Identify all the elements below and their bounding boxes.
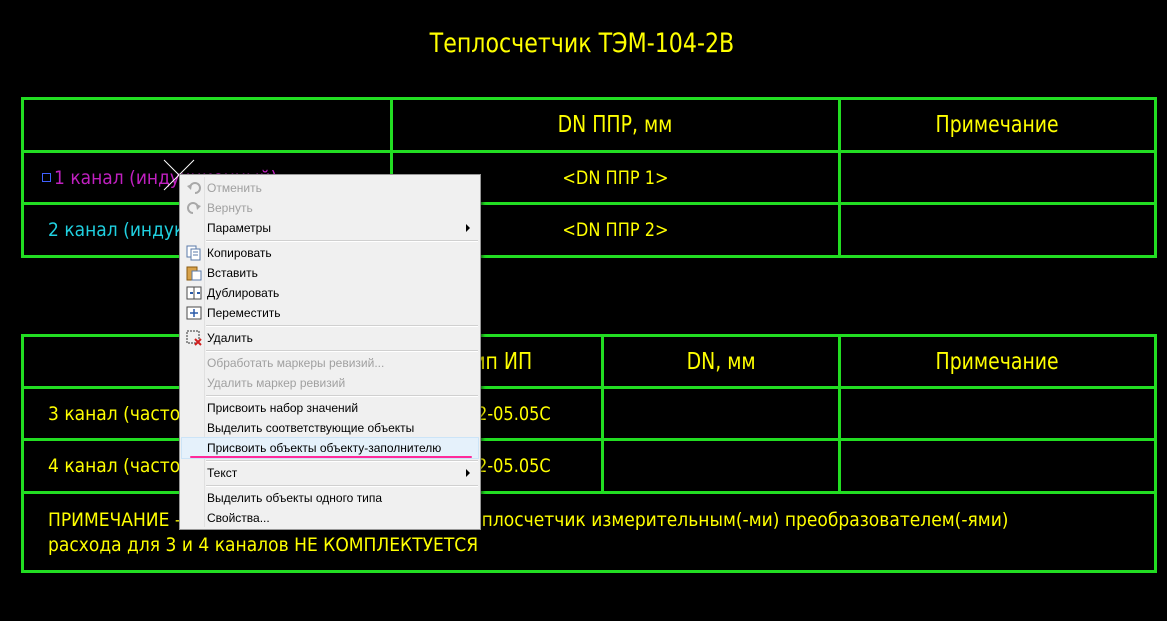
- menu-item-duplicate[interactable]: Дублировать: [182, 283, 478, 303]
- menu-item-assign-value-set[interactable]: Присвоить набор значений: [182, 398, 478, 418]
- menu-item-properties[interactable]: Свойства...: [182, 508, 478, 528]
- table1-header-dn: DN ППР, мм: [558, 112, 673, 138]
- submenu-arrow-icon: [466, 469, 470, 477]
- menu-item-parameters[interactable]: Параметры: [182, 218, 478, 238]
- footnote-line-2[interactable]: расхода для 3 и 4 каналов НЕ КОМПЛЕКТУЕТ…: [48, 533, 478, 558]
- menu-item-select-matching-objects[interactable]: Выделить соответствующие объекты: [182, 418, 478, 438]
- menu-item-redo[interactable]: Вернуть: [182, 198, 478, 218]
- submenu-arrow-icon: [466, 224, 470, 232]
- menu-item-move[interactable]: Переместить: [182, 303, 478, 323]
- dn-value[interactable]: <DN ППР 2>: [562, 219, 668, 241]
- undo-icon: [185, 180, 203, 196]
- highlight-underline: [190, 456, 472, 458]
- menu-item-paste[interactable]: Вставить: [182, 263, 478, 283]
- menu-item-assign-to-placeholder[interactable]: Присвоить объекты объекту-заполнителю: [181, 437, 479, 459]
- table1-header-note: Примечание: [935, 112, 1060, 138]
- duplicate-icon: [185, 285, 203, 301]
- menu-item-delete-revision-marker[interactable]: Удалить маркер ревизий: [182, 373, 478, 393]
- menu-item-copy[interactable]: Копировать: [182, 243, 478, 263]
- redo-icon: [185, 200, 203, 216]
- menu-item-text[interactable]: Текст: [182, 463, 478, 483]
- menu-item-undo[interactable]: Отменить: [182, 178, 478, 198]
- paste-icon: [185, 265, 203, 281]
- move-icon: [185, 305, 203, 321]
- table2-header-note: Примечание: [935, 348, 1060, 375]
- delete-icon: [185, 330, 203, 346]
- copy-icon: [185, 245, 203, 261]
- drawing-title: Теплосчетчик ТЭМ-104-2В: [429, 28, 735, 59]
- menu-item-process-revision-markers[interactable]: Обработать маркеры ревизий...: [182, 353, 478, 373]
- grip-icon[interactable]: [42, 173, 51, 182]
- context-menu: Отменить Вернуть Параметры Копировать Вс…: [179, 174, 481, 530]
- menu-item-select-same-type[interactable]: Выделить объекты одного типа: [182, 488, 478, 508]
- menu-item-delete[interactable]: Удалить: [182, 328, 478, 348]
- table2-header-dn: DN, мм: [686, 348, 756, 375]
- dn-value[interactable]: <DN ППР 1>: [562, 167, 668, 189]
